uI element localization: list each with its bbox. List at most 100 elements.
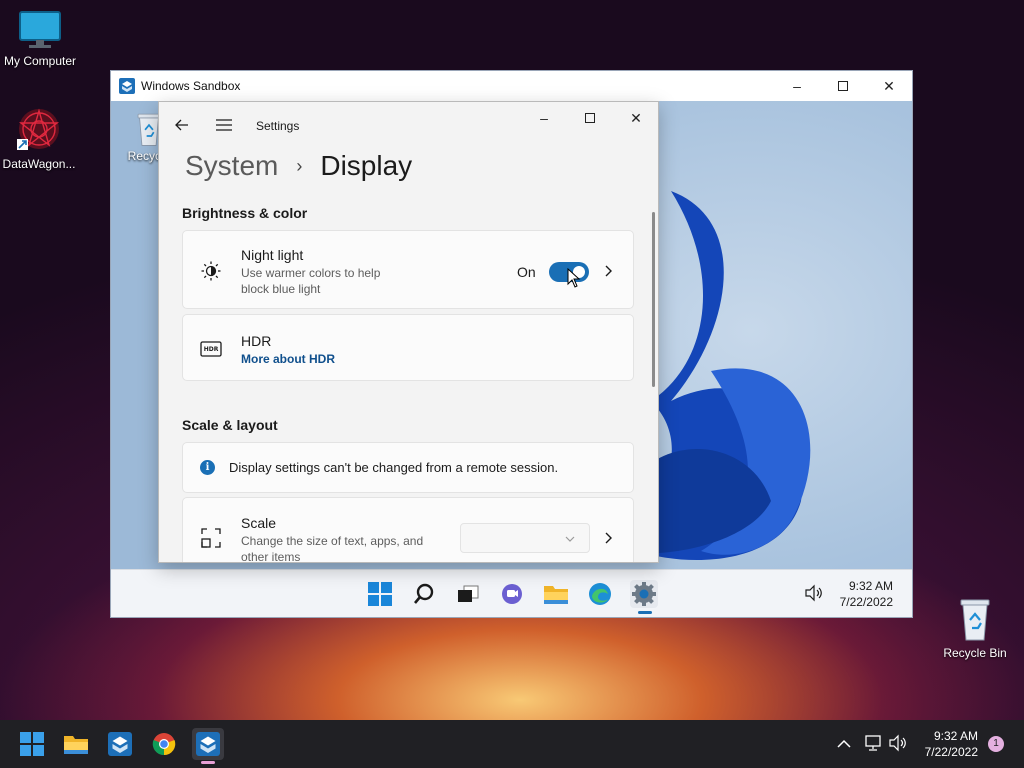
night-light-card[interactable]: Night light Use warmer colors to help bl… bbox=[182, 230, 634, 309]
host-clock-date: 7/22/2022 bbox=[924, 745, 978, 759]
gear-icon bbox=[632, 582, 656, 606]
settings-titlebar[interactable]: Settings – ✕ bbox=[159, 102, 658, 150]
sandbox-app-icon bbox=[119, 78, 135, 94]
page-title: Display bbox=[320, 150, 413, 181]
sandbox-search-button[interactable] bbox=[410, 580, 438, 608]
active-app-indicator bbox=[201, 761, 215, 764]
scale-desc-line1: Change the size of text, apps, and bbox=[241, 534, 424, 548]
network-button[interactable] bbox=[864, 734, 882, 757]
chat-icon bbox=[502, 584, 522, 604]
chrome-icon bbox=[152, 733, 176, 756]
back-arrow-icon bbox=[175, 119, 188, 131]
desktop-icon-label: Recycle Bin bbox=[943, 646, 1007, 660]
active-app-indicator bbox=[638, 611, 652, 614]
remote-info-text: Display settings can't be changed from a… bbox=[229, 460, 559, 475]
scale-card[interactable]: Scale Change the size of text, apps, and… bbox=[182, 497, 634, 563]
host-sandbox-active-button[interactable] bbox=[192, 728, 224, 764]
sandbox-clock-time: 9:32 AM bbox=[848, 579, 893, 593]
network-icon bbox=[865, 735, 881, 751]
remote-info-bar: i Display settings can't be changed from… bbox=[182, 442, 634, 493]
settings-minimize-button[interactable]: – bbox=[521, 102, 567, 134]
sandbox-clock-date: 7/22/2022 bbox=[839, 595, 893, 609]
windows-logo-icon bbox=[20, 732, 44, 756]
sandbox-task-view-button[interactable] bbox=[454, 580, 482, 608]
scale-title: Scale bbox=[241, 515, 277, 531]
sandbox-close-button[interactable]: ✕ bbox=[866, 71, 912, 101]
settings-close-button[interactable]: ✕ bbox=[613, 102, 658, 134]
volume-icon bbox=[889, 734, 906, 752]
hdr-title: HDR bbox=[241, 333, 272, 349]
hdr-icon: HDR bbox=[199, 337, 223, 361]
host-file-explorer-button[interactable] bbox=[60, 728, 92, 760]
settings-window: Settings – ✕ System › Display Brightness… bbox=[158, 101, 659, 563]
close-icon: ✕ bbox=[883, 77, 895, 94]
sandbox-minimize-button[interactable]: – bbox=[774, 71, 820, 101]
host-start-button[interactable] bbox=[16, 728, 48, 760]
close-icon: ✕ bbox=[630, 109, 642, 126]
sandbox-volume-button[interactable] bbox=[804, 584, 824, 607]
sandbox-maximize-button[interactable] bbox=[820, 71, 866, 101]
night-light-title: Night light bbox=[241, 247, 304, 263]
search-icon bbox=[414, 583, 434, 604]
sandbox-clock[interactable]: 9:32 AM 7/22/2022 bbox=[827, 578, 893, 610]
desktop-icon-datawagon[interactable]: DataWagon... bbox=[0, 105, 79, 171]
host-clock-time: 9:32 AM bbox=[933, 729, 978, 743]
host-clock[interactable]: 9:32 AM 7/22/2022 bbox=[912, 728, 978, 760]
minimize-icon: – bbox=[793, 78, 801, 94]
sandbox-teams-chat-button[interactable] bbox=[498, 580, 526, 608]
volume-icon bbox=[805, 584, 822, 602]
folder-icon bbox=[64, 736, 88, 754]
night-light-desc-line2: block blue light bbox=[241, 282, 321, 296]
settings-scrollbar[interactable] bbox=[652, 212, 655, 387]
desktop-icon-my-computer[interactable]: My Computer bbox=[0, 10, 80, 68]
chevron-up-icon bbox=[837, 739, 851, 748]
desktop-icon-label: My Computer bbox=[3, 54, 77, 68]
show-hidden-icons-button[interactable] bbox=[837, 736, 851, 754]
sandbox-start-button[interactable] bbox=[366, 580, 394, 608]
breadcrumb: System › Display bbox=[185, 150, 412, 182]
section-brightness-title: Brightness & color bbox=[182, 205, 308, 221]
maximize-icon bbox=[838, 81, 848, 91]
scale-dropdown[interactable] bbox=[460, 523, 590, 553]
brightness-icon bbox=[199, 259, 223, 283]
windows-logo-icon bbox=[368, 582, 392, 606]
settings-maximize-button[interactable] bbox=[567, 102, 613, 134]
sandbox-titlebar[interactable]: Windows Sandbox – ✕ bbox=[111, 71, 912, 101]
sandbox-settings-button[interactable] bbox=[630, 580, 658, 614]
host-taskbar: 9:32 AM 7/22/2022 1 bbox=[0, 720, 1024, 768]
chevron-down-icon bbox=[565, 536, 575, 542]
recycle-bin-icon bbox=[960, 599, 990, 641]
sandbox-title: Windows Sandbox bbox=[141, 79, 241, 93]
scale-chevron[interactable] bbox=[601, 530, 617, 546]
hdr-more-link[interactable]: More about HDR bbox=[241, 352, 335, 366]
host-chrome-button[interactable] bbox=[148, 728, 180, 760]
scale-icon bbox=[199, 526, 223, 550]
breadcrumb-system[interactable]: System bbox=[185, 150, 278, 182]
sandbox-taskbar: 9:32 AM 7/22/2022 bbox=[111, 569, 912, 617]
chevron-right-icon bbox=[605, 532, 612, 544]
settings-app-title: Settings bbox=[256, 119, 300, 133]
host-sandbox-button[interactable] bbox=[104, 728, 136, 760]
notification-badge[interactable]: 1 bbox=[988, 736, 1004, 752]
chevron-right-icon bbox=[605, 265, 612, 277]
hamburger-icon bbox=[216, 119, 232, 131]
sandbox-app-icon bbox=[196, 732, 220, 756]
scale-desc-line2: other items bbox=[241, 550, 301, 563]
sandbox-file-explorer-button[interactable] bbox=[542, 580, 570, 608]
night-light-desc-line1: Use warmer colors to help bbox=[241, 266, 381, 280]
datawagon-logo-icon bbox=[17, 108, 60, 150]
nav-menu-button[interactable] bbox=[213, 114, 235, 136]
sandbox-app-icon bbox=[108, 732, 132, 756]
sandbox-edge-button[interactable] bbox=[586, 580, 614, 608]
back-button[interactable] bbox=[171, 114, 193, 136]
host-volume-button[interactable] bbox=[888, 734, 908, 757]
section-scale-title: Scale & layout bbox=[182, 417, 278, 433]
maximize-icon bbox=[585, 113, 595, 123]
task-view-icon bbox=[458, 585, 479, 602]
night-light-chevron[interactable] bbox=[601, 263, 617, 279]
hdr-card[interactable]: HDR HDR More about HDR bbox=[182, 314, 634, 381]
folder-icon bbox=[544, 586, 568, 604]
desktop-icon-recycle-bin[interactable]: Recycle Bin bbox=[935, 596, 1015, 660]
desktop-icon-label: DataWagon... bbox=[2, 157, 76, 171]
mouse-cursor-icon bbox=[567, 268, 581, 288]
